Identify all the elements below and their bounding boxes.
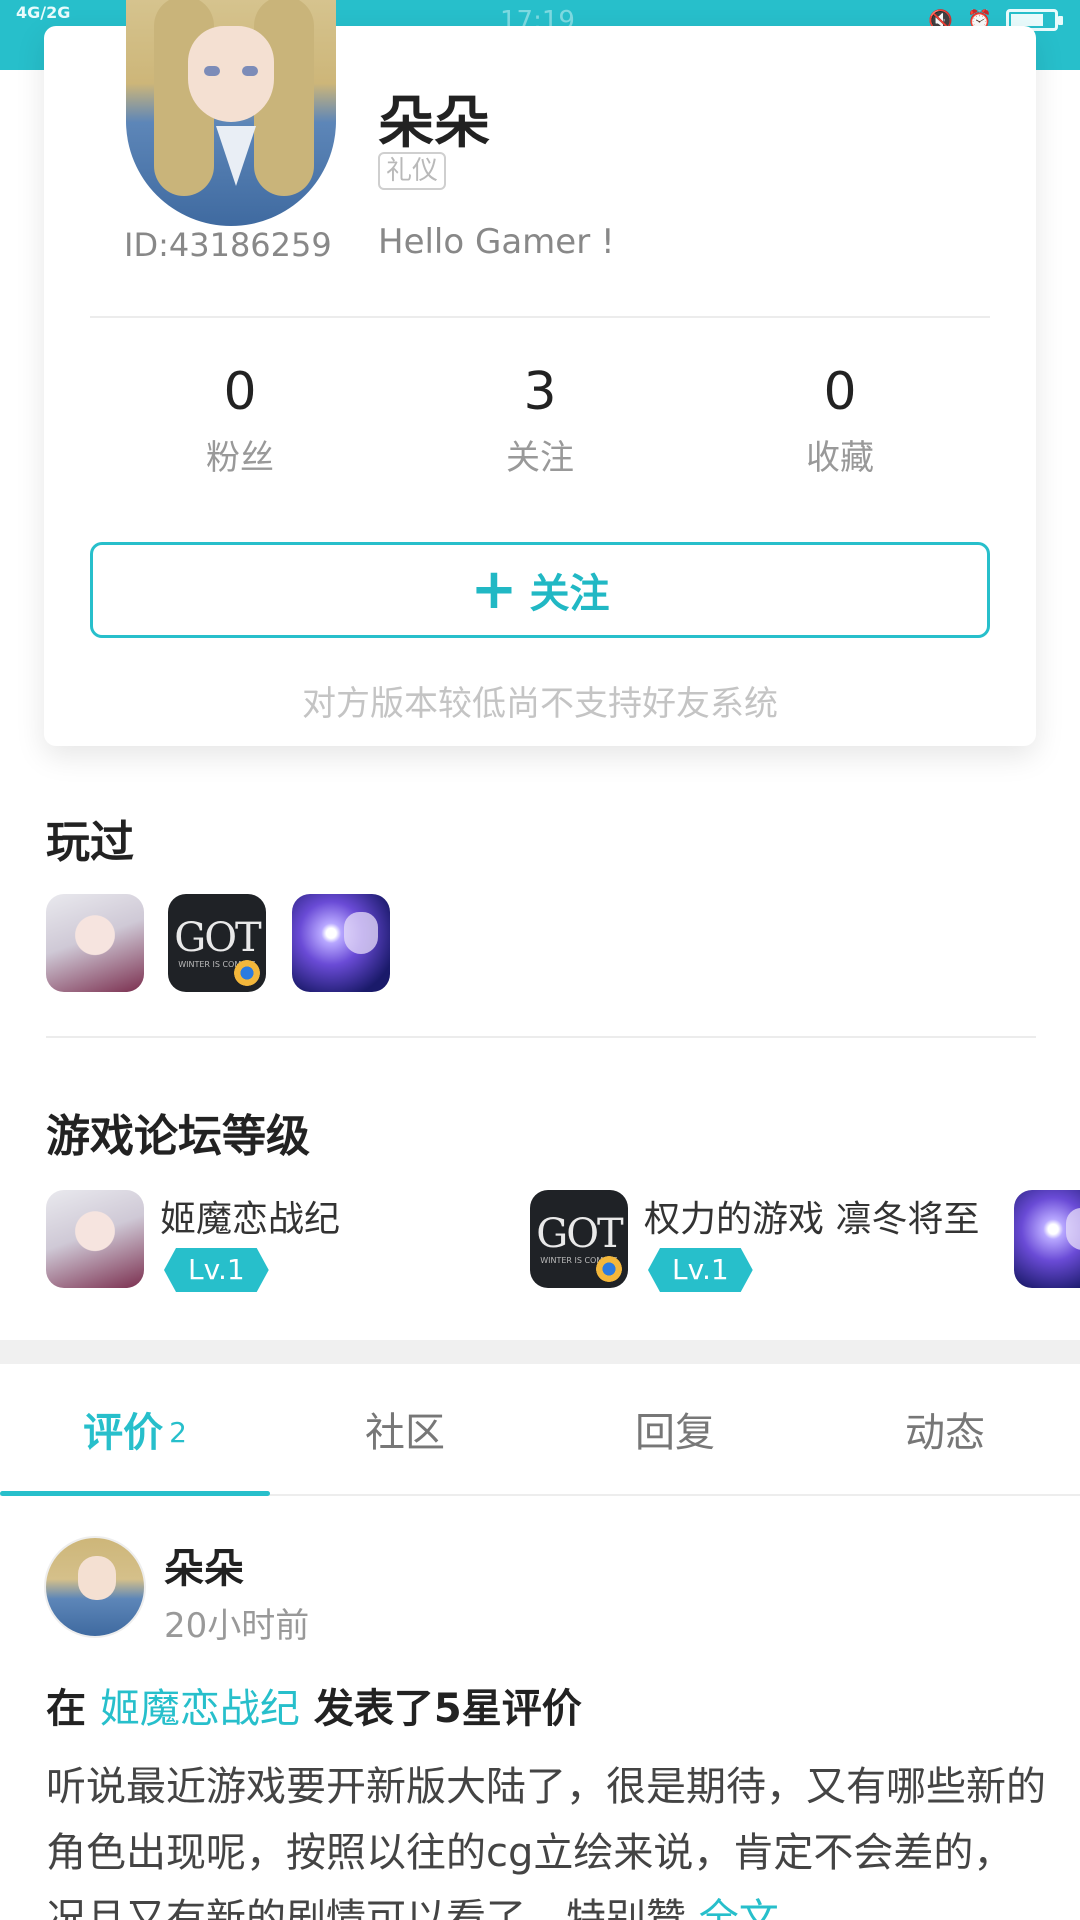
divider — [90, 316, 990, 318]
profile-nickname: 朵朵 — [378, 91, 490, 156]
tab-activity[interactable]: 动态 — [810, 1364, 1080, 1494]
forum-level-list: 姬魔恋战纪 Lv.1 GOT WINTER IS COMING 权力的游戏 凛冬将… — [0, 1190, 1080, 1290]
section-separator — [0, 1340, 1080, 1364]
profile-avatar[interactable] — [126, 0, 336, 226]
stat-label: 粉丝 — [206, 438, 274, 478]
post-body[interactable]: 听说最近游戏要开新版大陆了，很是期待，又有哪些新的角色出现呢，按照以往的cg立绘… — [46, 1754, 1046, 1920]
stat-number: 0 — [823, 362, 857, 422]
tab-count: 2 — [169, 1415, 187, 1449]
forum-level-item[interactable]: 姬魔恋战纪 Lv.1 — [46, 1190, 486, 1290]
stat-following[interactable]: 3 关注 — [390, 362, 690, 479]
post-author-avatar[interactable] — [44, 1536, 146, 1638]
profile-stats: 0 粉丝 3 关注 0 收藏 — [90, 362, 990, 479]
got-game-icon: GOT WINTER IS COMING — [530, 1190, 628, 1288]
anime-girl-game-icon[interactable] — [46, 894, 144, 992]
tab-label: 社区 — [365, 1410, 445, 1456]
tab-replies[interactable]: 回复 — [540, 1364, 810, 1494]
level-badge: Lv.1 — [164, 1248, 269, 1292]
anime-girl-game-icon — [46, 1190, 144, 1288]
stat-number: 0 — [223, 362, 257, 422]
read-more-link[interactable]: 全文 — [699, 1896, 779, 1920]
post-head-prefix: 在 — [46, 1686, 86, 1732]
magic-heroine-game-icon[interactable] — [292, 894, 390, 992]
forum-game-name: 姬魔恋战纪 — [160, 1199, 341, 1240]
level-badge: Lv.1 — [648, 1248, 753, 1292]
post-author-name[interactable]: 朵朵 — [164, 1536, 244, 1594]
user-id: ID:43186259 — [124, 226, 332, 264]
post-head-suffix: 发表了5星评价 — [313, 1686, 582, 1732]
content-tabs: 评价 2 社区 回复 动态 — [0, 1364, 1080, 1496]
follow-button-label: 关注 — [529, 571, 610, 617]
tab-label: 动态 — [905, 1410, 985, 1456]
post-headline: 在 姬魔恋战纪 发表了5星评价 — [46, 1676, 582, 1734]
magic-heroine-game-icon — [1014, 1190, 1080, 1288]
profile-bio: Hello Gamer ! — [378, 222, 615, 262]
forum-level-section-title: 游戏论坛等级 — [46, 1111, 310, 1162]
network-indicator: 4G/2G — [16, 3, 71, 22]
forum-game-name: 权力的游戏 凛冬将至 — [644, 1199, 980, 1240]
tab-reviews[interactable]: 评价 2 — [0, 1364, 270, 1496]
forum-level-item[interactable]: GOT WINTER IS COMING 权力的游戏 凛冬将至 Lv.1 — [530, 1190, 1010, 1290]
follow-button[interactable]: + 关注 — [90, 542, 990, 638]
user-tag-badge: 礼仪 — [378, 152, 447, 190]
tab-label: 回复 — [635, 1410, 715, 1456]
got-game-icon[interactable]: GOT WINTER IS COMING — [168, 894, 266, 992]
played-section-title: 玩过 — [46, 817, 134, 868]
friend-system-hint: 对方版本较低尚不支持好友系统 — [302, 684, 778, 724]
tab-label: 评价 — [83, 1410, 164, 1456]
post-body-text: 听说最近游戏要开新版大陆了，很是期待，又有哪些新的角色出现呢，按照以往的cg立绘… — [46, 1764, 1046, 1920]
plus-icon: + — [470, 557, 518, 622]
post-timestamp: 20小时前 — [164, 1606, 310, 1646]
post-game-link[interactable]: 姬魔恋战纪 — [100, 1686, 300, 1732]
stat-number: 3 — [523, 362, 557, 422]
stat-label: 关注 — [506, 438, 574, 478]
stat-favorites[interactable]: 0 收藏 — [690, 362, 990, 479]
tab-community[interactable]: 社区 — [270, 1364, 540, 1494]
forum-level-item[interactable] — [1014, 1190, 1080, 1290]
stat-label: 收藏 — [806, 438, 874, 478]
stat-fans[interactable]: 0 粉丝 — [90, 362, 390, 479]
divider — [46, 1036, 1036, 1038]
profile-card: ID:43186259 朵朵 礼仪 Hello Gamer ! 0 粉丝 3 关… — [44, 0, 1036, 746]
